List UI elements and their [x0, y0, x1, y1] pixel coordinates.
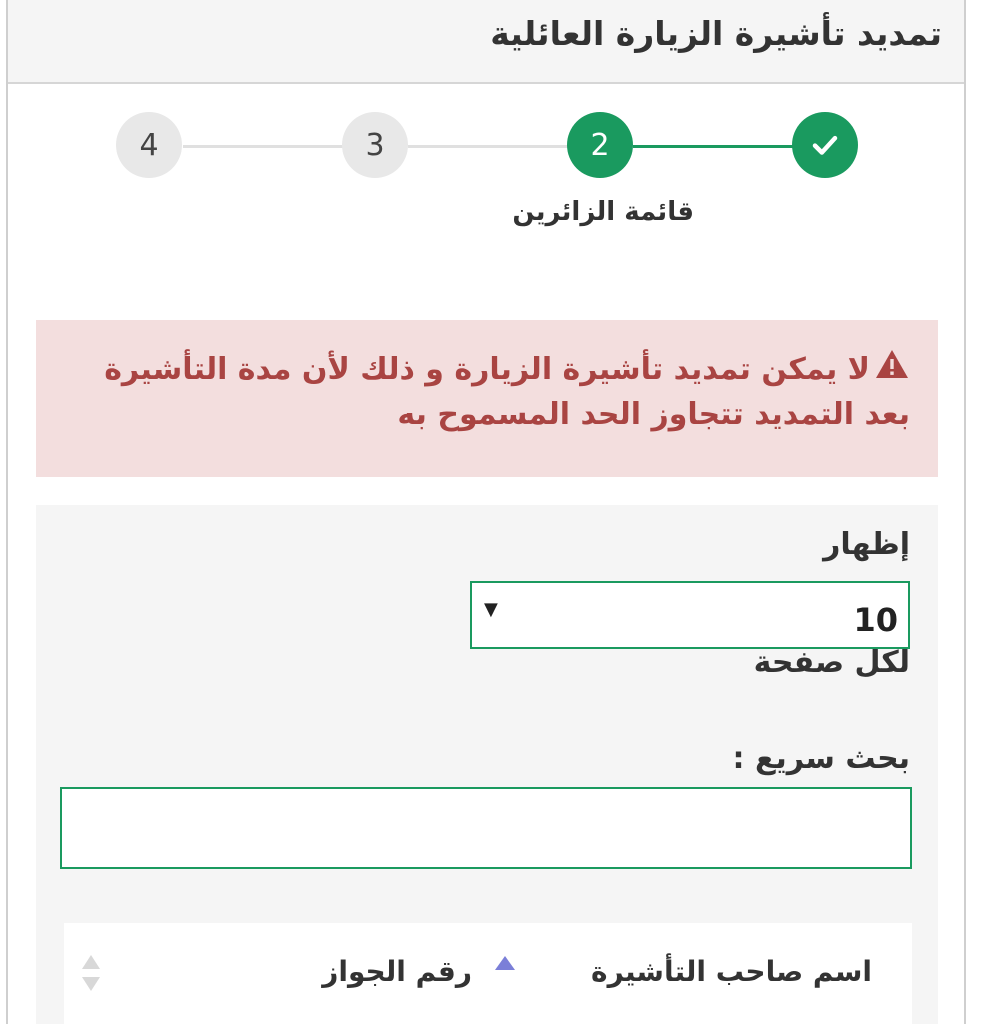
- column-header-passport-number[interactable]: رقم الجواز: [322, 955, 472, 988]
- error-alert: لا يمكن تمديد تأشيرة الزيارة و ذلك لأن م…: [36, 320, 938, 477]
- search-label: بحث سريع :: [732, 741, 910, 776]
- search-input[interactable]: [60, 787, 912, 869]
- step-2-current[interactable]: 2: [567, 112, 633, 178]
- step-4[interactable]: 4: [116, 112, 182, 178]
- current-step-label: قائمة الزائرين: [512, 197, 694, 227]
- page-frame: تمديد تأشيرة الزيارة العائلية 2 3 4 قائم…: [6, 0, 966, 1024]
- table-header: اسم صاحب التأشيرة رقم الجواز: [64, 923, 912, 1024]
- warning-icon: [874, 348, 910, 393]
- page-title: تمديد تأشيرة الزيارة العائلية: [490, 14, 942, 53]
- step-connector-done: [633, 145, 813, 148]
- checkmark-icon: [812, 135, 838, 155]
- page-size-value: 10: [853, 601, 898, 639]
- column-header-visa-holder[interactable]: اسم صاحب التأشيرة: [591, 955, 872, 988]
- progress-stepper: 2 3 4 قائمة الزائرين: [8, 100, 964, 250]
- sort-asc-icon[interactable]: [494, 955, 516, 975]
- alert-message: لا يمكن تمديد تأشيرة الزيارة و ذلك لأن م…: [104, 352, 910, 432]
- dropdown-arrow-icon: ▼: [484, 599, 498, 620]
- sort-both-icon[interactable]: [80, 953, 102, 997]
- step-connector: [183, 145, 363, 148]
- step-connector: [408, 145, 588, 148]
- filter-panel: إظهار 10 ▼ لكل صفحة بحث سريع : اسم صاحب …: [36, 505, 938, 1024]
- page-header: تمديد تأشيرة الزيارة العائلية: [8, 0, 964, 84]
- per-page-label: لكل صفحة: [753, 645, 910, 680]
- page-size-select[interactable]: 10 ▼: [470, 581, 910, 649]
- show-label: إظهار: [823, 527, 910, 562]
- step-3[interactable]: 3: [342, 112, 408, 178]
- step-1-completed[interactable]: [792, 112, 858, 178]
